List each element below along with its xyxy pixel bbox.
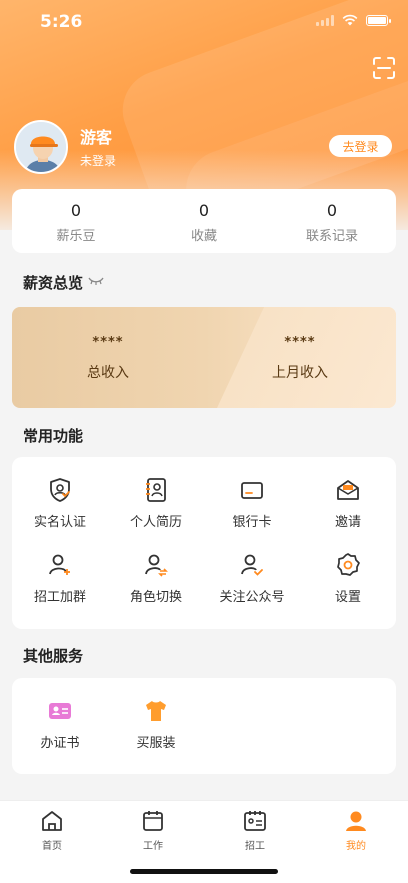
func-role-switch[interactable]: 角色切换 xyxy=(108,552,204,605)
avatar[interactable] xyxy=(14,120,68,174)
recruit-group-icon xyxy=(49,554,70,575)
last-month-income-value: **** xyxy=(284,335,316,350)
stat-value: 0 xyxy=(70,201,82,220)
salary-card: **** 总收入 **** 上月收入 xyxy=(12,307,396,408)
service-clothing[interactable]: 买服装 xyxy=(108,698,204,751)
stats-card: 0 薪乐豆 0 收藏 0 联系记录 xyxy=(12,189,396,253)
tab-label: 工作 xyxy=(143,841,163,852)
home-indicator xyxy=(130,869,278,874)
stat-label: 联系记录 xyxy=(305,229,358,244)
total-income[interactable]: **** 总收入 xyxy=(12,335,204,382)
login-status: 未登录 xyxy=(80,154,117,168)
wifi-icon xyxy=(342,14,358,26)
home-icon xyxy=(42,811,62,831)
func-label: 招工加群 xyxy=(33,590,86,605)
stat-value: 0 xyxy=(198,201,210,220)
func-invite[interactable]: 邀请 xyxy=(300,477,396,530)
stat-favorites[interactable]: 0 收藏 xyxy=(140,189,268,253)
total-income-value: **** xyxy=(92,335,124,350)
tab-label: 首页 xyxy=(42,841,62,852)
scan-icon[interactable] xyxy=(372,56,396,80)
func-follow-account[interactable]: 关注公众号 xyxy=(204,552,300,605)
tab-work[interactable]: 工作 xyxy=(103,809,203,852)
work-icon xyxy=(143,811,163,831)
last-month-income-label: 上月收入 xyxy=(272,365,328,381)
total-income-label: 总收入 xyxy=(87,365,129,381)
func-label: 买服装 xyxy=(136,736,176,751)
tab-home[interactable]: 首页 xyxy=(2,809,102,852)
func-recruit-group[interactable]: 招工加群 xyxy=(12,552,108,605)
func-label: 角色切换 xyxy=(129,590,182,605)
stat-value: 0 xyxy=(326,201,338,220)
func-resume[interactable]: 个人简历 xyxy=(108,477,204,530)
tab-label: 招工 xyxy=(245,841,265,852)
follow-account-icon xyxy=(241,554,263,576)
status-bar: 5:26 xyxy=(0,0,408,44)
id-verify-icon xyxy=(50,478,70,502)
role-switch-icon xyxy=(145,554,168,577)
func-label: 银行卡 xyxy=(232,515,272,530)
tab-me[interactable]: 我的 xyxy=(306,809,406,852)
stat-label: 收藏 xyxy=(190,229,217,244)
invite-icon xyxy=(337,480,359,500)
stat-label: 薪乐豆 xyxy=(56,229,96,244)
common-functions-card: 实名认证 个人简历 银行卡 邀请 招工加群 角色切换 关注公众号 设置 xyxy=(12,457,396,629)
profile-section: 游客 未登录 去登录 xyxy=(14,120,394,180)
login-button[interactable]: 去登录 xyxy=(329,135,392,157)
func-label: 实名认证 xyxy=(33,515,86,530)
other-services-title: 其他服务 xyxy=(23,647,84,665)
service-certificate[interactable]: 办证书 xyxy=(12,698,108,751)
last-month-income[interactable]: **** 上月收入 xyxy=(204,335,396,382)
tab-recruit[interactable]: 招工 xyxy=(205,809,305,852)
battery-icon xyxy=(366,14,391,26)
tab-label: 我的 xyxy=(346,841,366,852)
func-label: 关注公众号 xyxy=(219,590,285,605)
stat-contacts[interactable]: 0 联系记录 xyxy=(268,189,396,253)
bank-card-icon xyxy=(241,482,263,499)
func-label: 邀请 xyxy=(334,515,361,530)
settings-icon xyxy=(337,553,360,576)
resume-icon xyxy=(146,478,166,502)
signal-icon xyxy=(316,14,334,26)
func-label: 设置 xyxy=(334,590,361,605)
func-id-verify[interactable]: 实名认证 xyxy=(12,477,108,530)
salary-title: 薪资总览 xyxy=(23,274,84,292)
func-label: 个人简历 xyxy=(129,515,182,530)
status-time: 5:26 xyxy=(40,12,83,32)
recruit-icon xyxy=(244,811,266,831)
clothing-icon xyxy=(146,701,166,721)
func-settings[interactable]: 设置 xyxy=(300,552,396,605)
eye-closed-icon[interactable] xyxy=(88,276,104,286)
user-name: 游客 xyxy=(80,128,113,147)
certificate-icon xyxy=(49,703,71,719)
other-services-card: 办证书 买服装 xyxy=(12,678,396,774)
stat-beans[interactable]: 0 薪乐豆 xyxy=(12,189,140,253)
common-functions-title: 常用功能 xyxy=(23,427,84,445)
func-label: 办证书 xyxy=(40,736,80,751)
me-icon xyxy=(346,811,366,831)
func-bank-card[interactable]: 银行卡 xyxy=(204,477,300,530)
